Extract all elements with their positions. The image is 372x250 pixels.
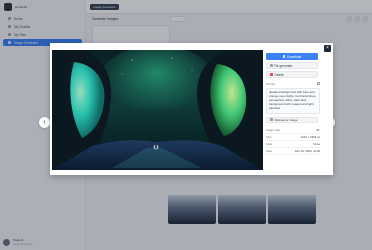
metadata-row: Date Dec 19, 2024, 11:00: [266, 148, 320, 155]
close-button[interactable]: ×: [324, 45, 331, 52]
metadata-value: 1344 × 2304 px: [300, 134, 320, 139]
metadata-key: Size: [266, 134, 272, 139]
download-label: Download: [287, 54, 302, 59]
image-icon: [270, 118, 273, 121]
human-figure: [155, 144, 157, 149]
delete-label: Delete: [274, 72, 284, 77]
regenerate-button[interactable]: Re-generate: [266, 62, 318, 69]
prompt-text: detailed background with blue and orange…: [266, 88, 320, 114]
prompt-heading: Prompt: [266, 82, 276, 86]
prompt-section-header: Prompt: [266, 82, 320, 86]
star: [121, 73, 123, 75]
star: [131, 59, 133, 61]
trash-icon: [270, 73, 273, 76]
previous-image-button[interactable]: ‹: [39, 117, 50, 128]
image-preview-modal: Download Re-generate Delete Prompt detai…: [50, 43, 333, 175]
star: [191, 69, 193, 71]
metadata-row: Style None: [266, 141, 320, 148]
download-button[interactable]: Download: [266, 53, 318, 60]
metadata-value: 16:: [316, 127, 320, 132]
metadata-key: Style: [266, 141, 273, 146]
download-icon: [282, 55, 286, 58]
reference-label: Reference Image: [274, 117, 298, 122]
image-details-panel: Download Re-generate Delete Prompt detai…: [264, 47, 329, 171]
metadata-key: Date: [266, 148, 272, 153]
regenerate-label: Re-generate: [274, 63, 293, 68]
metadata-value: Dec 19, 2024, 11:00: [295, 148, 320, 153]
metadata-row: Size 1344 × 2304 px: [266, 134, 320, 141]
reference-image-button[interactable]: Reference Image: [266, 116, 318, 123]
delete-button[interactable]: Delete: [266, 71, 318, 78]
generated-image: [52, 50, 263, 170]
image-metadata: Image ratio 16: Size 1344 × 2304 px Styl…: [266, 127, 320, 155]
copy-icon[interactable]: [317, 82, 320, 85]
metadata-value: None: [313, 141, 320, 146]
star: [171, 57, 173, 59]
metadata-key: Image ratio: [266, 127, 280, 132]
image-viewer: [52, 50, 263, 170]
refresh-icon: [270, 64, 273, 67]
metadata-row: Image ratio 16:: [266, 127, 320, 134]
